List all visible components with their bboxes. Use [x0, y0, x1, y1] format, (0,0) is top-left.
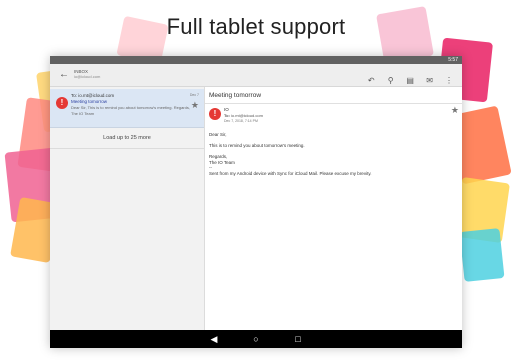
- list-item[interactable]: ! To: io.mt@icloud.com Dec 7 Meeting tom…: [50, 89, 204, 128]
- status-time: 5:57: [448, 57, 458, 63]
- reader-subject: Meeting tomorrow: [209, 92, 262, 99]
- account-email: io@icloud.com: [74, 74, 101, 79]
- status-bar: 5:57: [50, 56, 462, 64]
- reader-to-label: To:: [224, 113, 230, 118]
- reply-all-icon[interactable]: ↶: [366, 76, 376, 86]
- back-nav-icon[interactable]: ◀: [208, 333, 220, 345]
- divider: [205, 103, 462, 104]
- home-nav-icon[interactable]: ○: [250, 333, 262, 345]
- list-item-subject: Meeting tomorrow: [71, 99, 108, 104]
- recents-nav-icon[interactable]: □: [292, 333, 304, 345]
- headline: Full tablet support: [166, 14, 346, 39]
- body-line: Sent from my Android device with Sync fo…: [209, 170, 372, 176]
- load-more-button[interactable]: Load up to 25 more: [50, 128, 204, 149]
- list-item-to: To: io.mt@icloud.com: [71, 93, 115, 98]
- delete-icon[interactable]: ▤: [405, 76, 415, 86]
- reader-to: To: io.mt@icloud.com: [224, 113, 263, 118]
- message-body: Dear Sir, This is to remind you about to…: [209, 132, 449, 176]
- sender-avatar-icon: !: [209, 108, 221, 120]
- toolbar: ← INBOX io@icloud.com ↶ ⚲ ▤ ✉ ⋮: [50, 64, 462, 87]
- tablet-frame: 5:57 ← INBOX io@icloud.com ↶ ⚲ ▤ ✉ ⋮ ! T…: [50, 56, 462, 348]
- star-icon[interactable]: ★: [451, 106, 459, 115]
- back-arrow-icon[interactable]: ←: [59, 68, 69, 82]
- navigation-bar: ◀ ○ □: [50, 330, 462, 348]
- account-switcher[interactable]: INBOX io@icloud.com: [74, 69, 100, 79]
- star-icon[interactable]: ★: [191, 101, 199, 110]
- message-reader: Meeting tomorrow ! IO To: io.mt@icloud.c…: [205, 87, 462, 330]
- message-list: ! To: io.mt@icloud.com Dec 7 Meeting tom…: [50, 87, 205, 330]
- list-item-date: Dec 7: [189, 93, 199, 97]
- search-icon[interactable]: ⚲: [386, 76, 396, 86]
- reader-to-address: io.mt@icloud.com: [231, 113, 263, 118]
- overflow-menu-icon[interactable]: ⋮: [444, 76, 454, 86]
- reader-date: Dec 7, 2018, 7:14 PM: [224, 119, 258, 123]
- list-item-preview: Dear Sir, This is to remind you about to…: [71, 105, 190, 116]
- reader-from: IO: [224, 107, 229, 112]
- mail-icon[interactable]: ✉: [425, 76, 435, 86]
- alert-icon: !: [56, 97, 68, 109]
